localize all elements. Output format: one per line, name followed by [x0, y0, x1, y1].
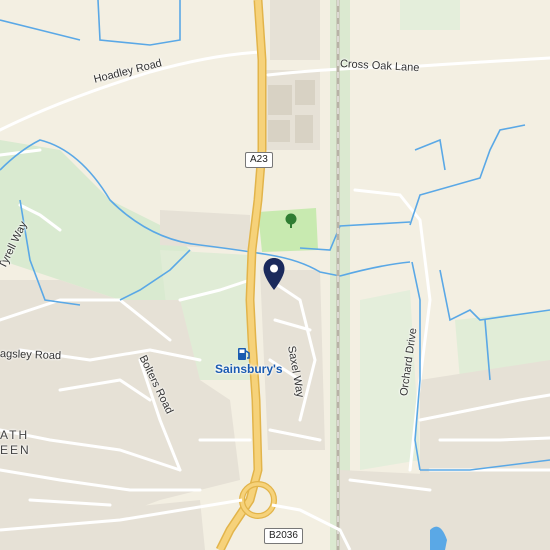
fuel-pump-icon[interactable]: [236, 346, 252, 362]
residential-top: [270, 0, 320, 60]
road-shield-b2036: B2036: [264, 528, 303, 544]
residential-north: [160, 210, 250, 250]
poi-label-sainsburys[interactable]: Sainsbury's: [215, 362, 283, 376]
road-shield-a23: A23: [245, 152, 273, 168]
map-pin-icon[interactable]: [262, 257, 286, 291]
map-canvas[interactable]: Hoadley Road Cross Oak Lane Tyrell Way a…: [0, 0, 550, 550]
area-label-line1: ATH: [0, 428, 30, 442]
green-area-top: [400, 0, 460, 30]
area-label-line2: EEN: [0, 443, 31, 457]
road-label-sagsley: agsley Road: [0, 348, 62, 363]
tree-icon[interactable]: [283, 213, 299, 229]
